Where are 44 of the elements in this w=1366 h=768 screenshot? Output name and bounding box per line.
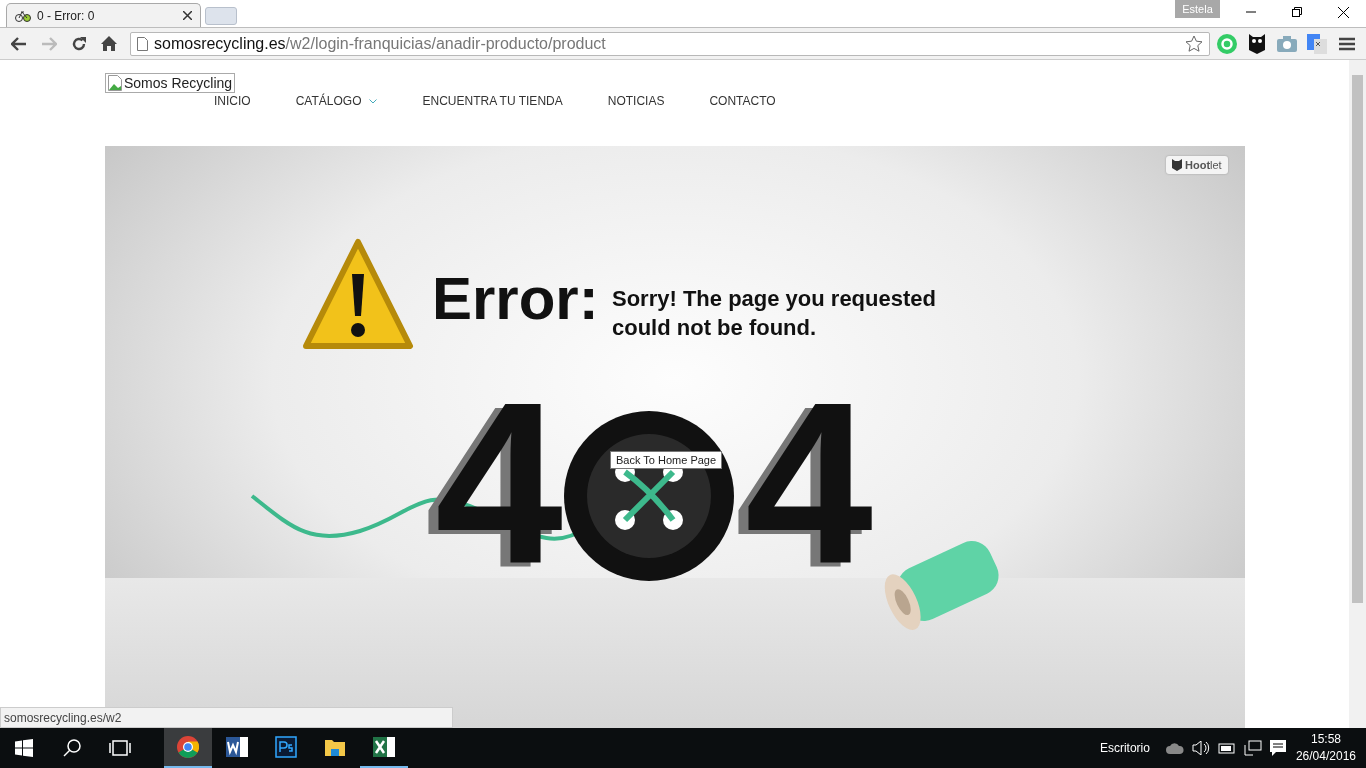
- broken-logo-image[interactable]: Somos Recycling: [105, 73, 236, 93]
- nav-link[interactable]: CONTACTO: [709, 94, 776, 108]
- battery-icon[interactable]: [1217, 742, 1236, 754]
- desktop-toolbar-label[interactable]: Escritorio: [1099, 741, 1150, 755]
- nav-link[interactable]: NOTICIAS: [607, 94, 665, 108]
- word-icon: [226, 736, 248, 758]
- network-icon[interactable]: [1243, 740, 1262, 756]
- forward-arrow-icon: [41, 36, 57, 51]
- hootlet-badge[interactable]: Hootlet: [1166, 156, 1228, 174]
- chrome-icon: [177, 736, 199, 758]
- cloud-icon[interactable]: [1165, 742, 1184, 754]
- nav-link[interactable]: ENCUENTRA TU TIENDA: [422, 94, 563, 108]
- bicycle-icon: [15, 8, 31, 23]
- status-url: somosrecycling.es/w2: [0, 707, 453, 728]
- task-view-icon: [109, 740, 131, 756]
- speaker-icon[interactable]: [1191, 741, 1210, 755]
- folder-icon: [324, 737, 346, 757]
- restore-icon: [1292, 7, 1302, 17]
- taskbar-app[interactable]: [164, 728, 212, 768]
- scrollbar[interactable]: [1349, 60, 1366, 728]
- nav-link[interactable]: INICIO: [214, 94, 251, 108]
- notification-icon[interactable]: [1269, 740, 1286, 756]
- excel-icon: [373, 736, 395, 758]
- page-icon: [137, 36, 148, 51]
- button-drawing[interactable]: [563, 410, 735, 582]
- back-arrow-icon: [11, 36, 27, 51]
- close-icon: [1337, 6, 1349, 18]
- reload-icon: [71, 35, 87, 52]
- windows-logo-icon: [15, 739, 33, 757]
- clock[interactable]: 15:58 26/04/2016: [1295, 731, 1356, 765]
- tab-title: 0 - Error: 0: [37, 8, 96, 23]
- broken-image-icon: [108, 75, 122, 91]
- tooltip: Back To Home Page: [610, 451, 723, 469]
- close-icon: [183, 11, 192, 20]
- error-message: Sorry! The page you requested could not be found.: [612, 285, 937, 342]
- search-icon: [63, 739, 81, 757]
- star-icon[interactable]: [1185, 34, 1203, 53]
- error-heading: Error:: [432, 264, 599, 333]
- address-bar[interactable]: somosrecycling.es/w2/login-franquicias/anadir-producto/product: [130, 31, 1210, 56]
- url-text: somosrecycling.es/w2/login-franquicias/anadir-producto/product: [154, 34, 607, 53]
- photoshop-icon: [275, 736, 297, 758]
- home-icon: [101, 36, 117, 51]
- browser-tab[interactable]: 0 - Error: 0: [6, 3, 201, 27]
- nav-link[interactable]: CATÁLOGO: [295, 94, 378, 108]
